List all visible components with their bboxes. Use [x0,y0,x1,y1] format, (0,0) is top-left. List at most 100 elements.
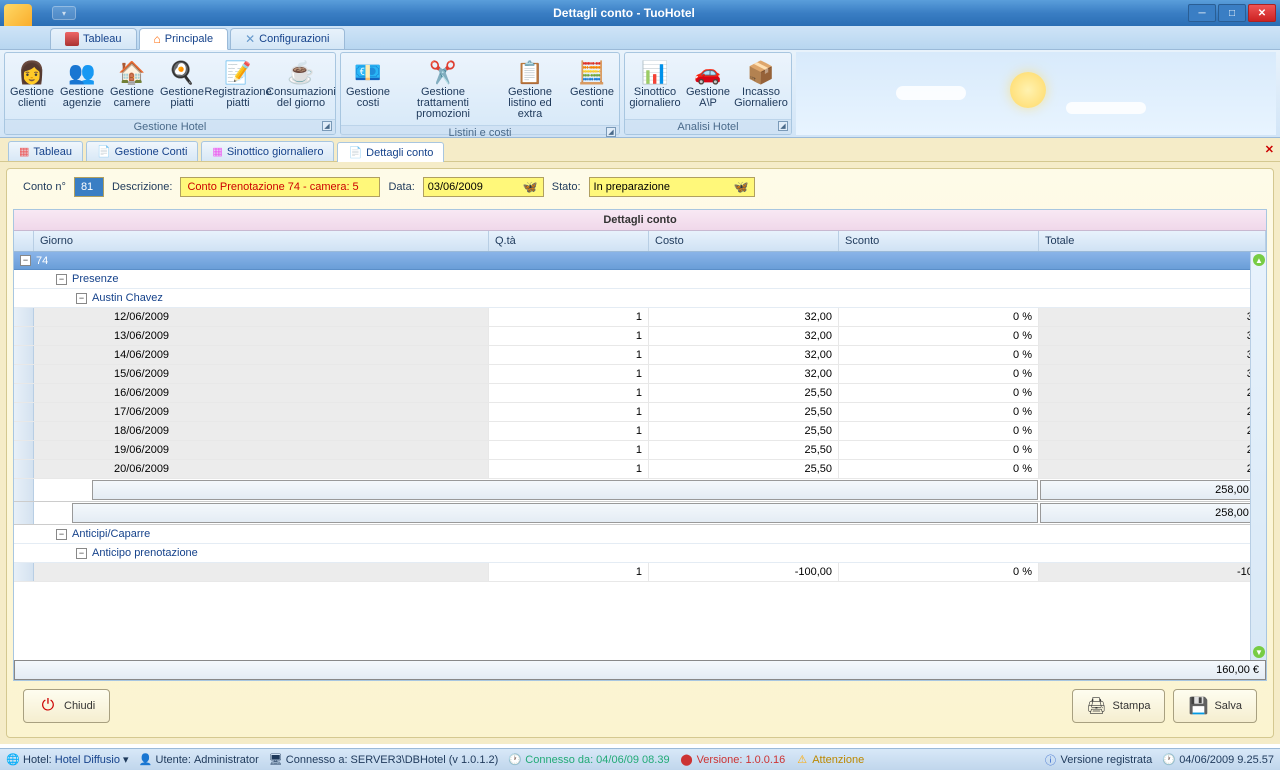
details-grid: Dettagli conto Giorno Q.tà Costo Sconto … [13,209,1267,681]
agencies-icon: 👥 [66,58,98,86]
col-sconto[interactable]: Sconto [839,231,1039,251]
btn-gestione-camere[interactable]: 🏠Gestione camere [107,55,157,117]
group-row-presenze[interactable]: −Presenze [14,270,1266,289]
data-label: Data: [388,181,414,193]
btn-registrazione-piatti[interactable]: 📝Registrazione piatti [207,55,269,117]
btn-incasso[interactable]: 📦Incasso Giornaliero [733,55,789,117]
table-row[interactable]: 19/06/2009125,500 %26 [14,441,1266,460]
tableau-small-icon: ▦ [19,145,29,158]
title-bar: ▾ Dettagli conto - TuoHotel ─ □ ✕ [0,0,1280,26]
tab-tableau-label: Tableau [83,33,122,45]
collapse-icon[interactable]: − [76,548,87,559]
dialog-launcher-2[interactable]: ◢ [606,127,616,137]
btn-consumazioni[interactable]: ☕Consumazioni del giorno [269,55,333,117]
save-icon: 💾 [1188,696,1208,716]
tab-tableau[interactable]: Tableau [50,28,137,49]
stampa-button[interactable]: 🖨Stampa [1072,689,1166,723]
ribbon-group-title-2: Listini e costi◢ [341,125,619,138]
collapse-icon[interactable]: − [76,293,87,304]
tab-principale-label: Principale [165,33,213,45]
stato-label: Stato: [552,181,581,193]
scroll-up-icon[interactable]: ▲ [1253,254,1265,266]
stato-input[interactable] [594,181,734,193]
data-input[interactable] [428,181,523,193]
collapse-icon[interactable]: − [20,255,31,266]
tab-principale[interactable]: ⌂ Principale [139,28,229,50]
btn-gestione-ap[interactable]: 🚗Gestione A\P [683,55,733,117]
home-icon: ⌂ [154,32,161,46]
btn-gestione-costi[interactable]: 💶Gestione costi [343,55,393,123]
desc-label: Descrizione: [112,181,173,193]
presenze-subtotal: 258,00 € [1040,503,1265,523]
butterfly-icon[interactable]: 🦋 [734,180,750,194]
table-row[interactable]: 20/06/2009125,500 %26 [14,460,1266,479]
content-area: Conto n° Descrizione: Data: 🦋 Stato: 🦋 D… [0,162,1280,744]
status-attention[interactable]: ⚠Attenzione [795,753,864,767]
accounts-icon: 🧮 [576,58,608,86]
status-hotel[interactable]: 🌐Hotel: Hotel Diffusio ▾ [6,753,129,767]
table-row[interactable]: 17/06/2009125,500 %26 [14,403,1266,422]
subtab-tableau[interactable]: ▦Tableau [8,141,83,161]
salva-button[interactable]: 💾Salva [1173,689,1257,723]
collapse-icon[interactable]: − [56,529,67,540]
btn-gestione-clienti[interactable]: 👩Gestione clienti [7,55,57,117]
scrollbar[interactable]: ▲ ▼ [1250,252,1266,660]
collapse-icon[interactable]: − [56,274,67,285]
scroll-down-icon[interactable]: ▼ [1253,646,1265,658]
dialog-launcher-1[interactable]: ◢ [322,121,332,131]
status-version: ⬤Versione:1.0.0.16 [680,753,786,767]
table-row[interactable]: 1 -100,00 0 % -100 [14,563,1266,582]
quick-access-dropdown[interactable]: ▾ [52,6,76,20]
sub-tab-strip: ▦Tableau 📄Gestione Conti ▦Sinottico gior… [0,138,1280,162]
table-row[interactable]: 14/06/2009132,000 %32 [14,346,1266,365]
col-totale[interactable]: Totale [1039,231,1266,251]
sinottico-small-icon: ▦ [212,145,222,158]
table-row[interactable]: 18/06/2009125,500 %26 [14,422,1266,441]
table-row[interactable]: 16/06/2009125,500 %26 [14,384,1266,403]
subtab-dettagli-conto[interactable]: 📄Dettagli conto [337,142,444,162]
close-tab-button[interactable]: ✕ [1265,143,1274,156]
btn-gestione-piatti[interactable]: 🍳Gestione piatti [157,55,207,117]
subtab-gestione-conti[interactable]: 📄Gestione Conti [86,141,198,161]
maximize-button[interactable]: □ [1218,4,1246,22]
btn-gestione-conti[interactable]: 🧮Gestione conti [567,55,617,123]
chiudi-button[interactable]: ⏻Chiudi [23,689,110,723]
treatments-icon: ✂️ [427,58,459,86]
descrizione-input[interactable] [180,177,380,197]
table-row[interactable]: 13/06/2009132,000 %32 [14,327,1266,346]
grid-header-row: Giorno Q.tà Costo Sconto Totale [14,231,1266,252]
dialog-launcher-3[interactable]: ◢ [778,121,788,131]
conto-input[interactable] [74,177,104,197]
grid-body[interactable]: ▸−74 −Presenze −Austin Chavez 12/06/2009… [14,252,1266,660]
btn-gestione-agenzie[interactable]: 👥Gestione agenzie [57,55,107,117]
col-costo[interactable]: Costo [649,231,839,251]
clients-icon: 👩 [16,58,48,86]
minimize-button[interactable]: ─ [1188,4,1216,22]
ribbon-group-analisi: 📊Sinottico giornaliero 🚗Gestione A\P 📦In… [624,52,792,135]
close-button[interactable]: ✕ [1248,4,1276,22]
tab-configurazioni[interactable]: ✕Configurazioni [230,28,344,49]
btn-gestione-listino[interactable]: 📋Gestione listino ed extra [493,55,567,123]
sun-icon [1010,72,1046,108]
group-row-anticipi[interactable]: −Anticipi/Caparre [14,525,1266,544]
btn-sinottico[interactable]: 📊Sinottico giornaliero [627,55,683,117]
status-registered: ⓘVersione registrata [1043,753,1152,767]
ribbon-group-title-1: Gestione Hotel◢ [5,119,335,134]
dropdown-icon[interactable]: ▾ [123,753,129,766]
tableau-icon [65,32,79,46]
main-tab-strip: Tableau ⌂ Principale ✕Configurazioni [0,26,1280,50]
table-row[interactable]: 15/06/2009132,000 %32 [14,365,1266,384]
group-row-74[interactable]: ▸−74 [14,252,1266,270]
col-qta[interactable]: Q.tà [489,231,649,251]
table-row[interactable]: 12/06/2009132,000 %32 [14,308,1266,327]
butterfly-icon[interactable]: 🦋 [523,180,539,194]
btn-gestione-trattamenti[interactable]: ✂️Gestione trattamenti promozioni [393,55,493,123]
conto-label: Conto n° [23,181,66,193]
subtab-sinottico[interactable]: ▦Sinottico giornaliero [201,141,334,161]
window-title: Dettagli conto - TuoHotel [60,6,1188,20]
user-icon: 👤 [139,753,153,767]
col-giorno[interactable]: Giorno [34,231,489,251]
ribbon: 👩Gestione clienti 👥Gestione agenzie 🏠Ges… [0,50,1280,138]
group-row-guest[interactable]: −Austin Chavez [14,289,1266,308]
group-row-anticipo-pren[interactable]: −Anticipo prenotazione [14,544,1266,563]
